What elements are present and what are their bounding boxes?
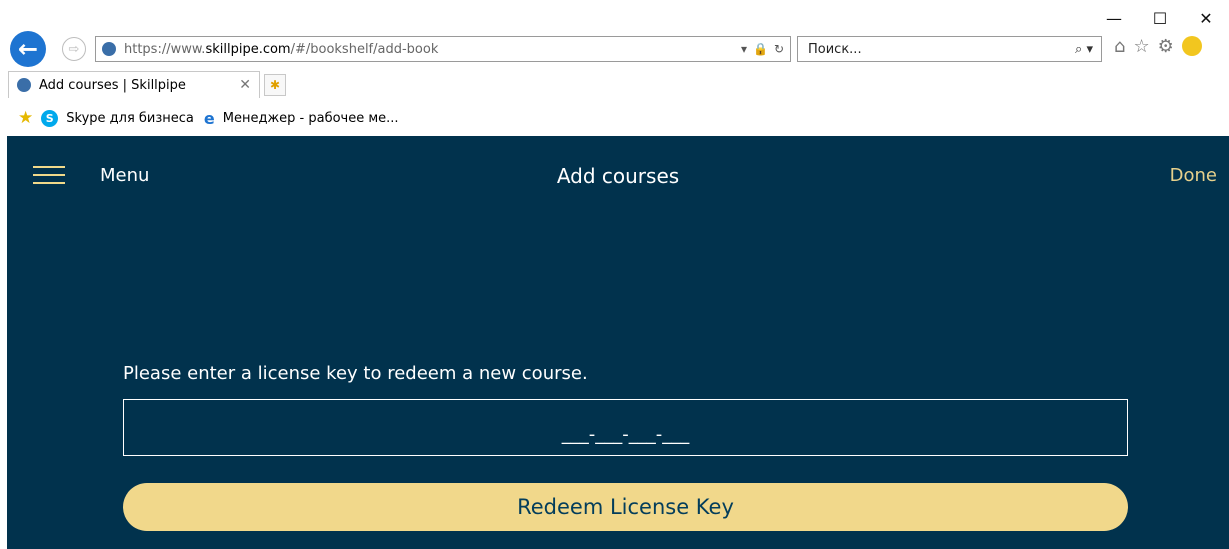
page-title: Add courses bbox=[556, 164, 680, 188]
favorite-skype-link[interactable]: Skype для бизнеса bbox=[66, 111, 194, 126]
back-button[interactable]: ← bbox=[10, 31, 46, 67]
arrow-left-icon: ← bbox=[17, 35, 39, 63]
address-tools: ▾ 🔒 ↻ bbox=[741, 42, 790, 56]
new-tab-icon: ✱ bbox=[269, 78, 281, 92]
url-domain: skillpipe.com bbox=[205, 41, 291, 57]
search-icon[interactable]: ⌕ ▾ bbox=[1075, 42, 1101, 57]
url-prefix: https://www. bbox=[124, 41, 206, 57]
close-button[interactable]: ✕ bbox=[1183, 4, 1229, 32]
url-path: /#/bookshelf/add-book bbox=[290, 41, 439, 57]
ie-icon: e bbox=[203, 108, 215, 128]
license-prompt: Please enter a license key to redeem a n… bbox=[123, 363, 588, 384]
home-icon[interactable]: ⌂ bbox=[1114, 36, 1125, 57]
skype-icon: S bbox=[41, 109, 59, 127]
lock-icon[interactable]: 🔒 bbox=[753, 42, 768, 56]
favorites-star-icon[interactable]: ☆ bbox=[1133, 36, 1149, 57]
site-favicon-icon bbox=[102, 42, 116, 56]
license-key-input[interactable] bbox=[123, 399, 1128, 456]
done-button[interactable]: Done bbox=[1170, 165, 1217, 186]
toolbar-icons: ⌂ ☆ ⚙ bbox=[1114, 36, 1202, 57]
search-bar[interactable]: Поиск... ⌕ ▾ bbox=[797, 36, 1102, 62]
redeem-license-button[interactable]: Redeem License Key bbox=[123, 483, 1128, 531]
window-controls: — ☐ ✕ bbox=[1091, 4, 1229, 32]
address-bar[interactable]: https://www.skillpipe.com/#/bookshelf/ad… bbox=[95, 36, 791, 62]
favorite-manager-link[interactable]: Менеджер - рабочее ме... bbox=[223, 111, 399, 126]
arrow-right-icon: ⇨ bbox=[68, 41, 80, 57]
minimize-button[interactable]: — bbox=[1091, 4, 1137, 32]
tab-title: Add courses | Skillpipe bbox=[39, 77, 186, 93]
app-content: Menu Add courses Done Please enter a lic… bbox=[7, 136, 1229, 549]
tab-close-icon[interactable]: ✕ bbox=[239, 77, 251, 93]
browser-chrome: — ☐ ✕ ← ⇨ https://www.skillpipe.com/#/bo… bbox=[0, 0, 1229, 136]
maximize-button[interactable]: ☐ bbox=[1137, 4, 1183, 32]
tab-add-courses[interactable]: Add courses | Skillpipe ✕ bbox=[8, 71, 260, 98]
refresh-icon[interactable]: ↻ bbox=[774, 42, 784, 56]
gear-icon[interactable]: ⚙ bbox=[1158, 36, 1174, 57]
search-input[interactable]: Поиск... bbox=[808, 42, 862, 57]
favorites-bar: ★ S Skype для бизнеса e Менеджер - рабоч… bbox=[0, 103, 1229, 133]
forward-button[interactable]: ⇨ bbox=[62, 37, 86, 61]
dropdown-arrow-icon[interactable]: ▾ bbox=[741, 42, 747, 56]
tab-favicon-icon bbox=[17, 78, 31, 92]
favorites-add-icon[interactable]: ★ bbox=[18, 108, 33, 128]
feedback-smiley-icon[interactable] bbox=[1181, 36, 1202, 56]
url-text: https://www.skillpipe.com/#/bookshelf/ad… bbox=[124, 42, 438, 57]
new-tab-button[interactable]: ✱ bbox=[264, 74, 286, 96]
